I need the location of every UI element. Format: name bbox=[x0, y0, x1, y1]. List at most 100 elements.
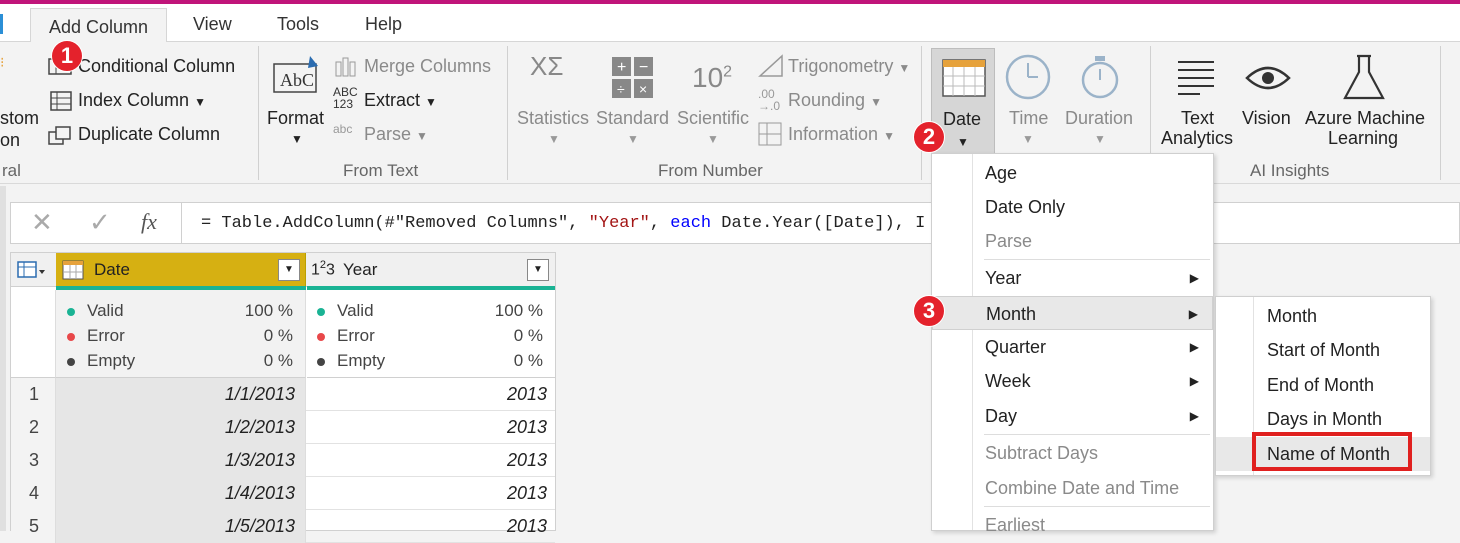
filter-dropdown-icon[interactable]: ▼ bbox=[527, 259, 549, 281]
date-cell[interactable]: 1/4/2013 bbox=[56, 477, 306, 510]
merge-columns-button[interactable]: Merge Columns bbox=[364, 56, 491, 77]
time-button[interactable]: Time bbox=[1009, 108, 1048, 129]
row-number: 3 bbox=[11, 444, 56, 477]
menu-item-age[interactable]: Age bbox=[932, 156, 1213, 190]
from-number-group-label: From Number bbox=[658, 161, 763, 180]
text-analytics-button-line1[interactable]: Text bbox=[1181, 108, 1214, 129]
information-label: Information bbox=[788, 124, 879, 144]
year-cell[interactable]: 2013 bbox=[307, 477, 555, 510]
year-cell[interactable]: 2013 bbox=[307, 411, 555, 444]
formula-text: , bbox=[649, 214, 671, 233]
group-divider bbox=[507, 46, 508, 180]
information-icon bbox=[758, 122, 784, 151]
vision-button[interactable]: Vision bbox=[1242, 108, 1291, 129]
duplicate-column-button[interactable]: Duplicate Column bbox=[78, 124, 220, 145]
year-cell[interactable]: 2013 bbox=[307, 444, 555, 477]
custom-column-label[interactable]: stom bbox=[0, 108, 39, 129]
menu-separator bbox=[984, 434, 1210, 435]
table-row[interactable]: 3 1/3/2013 2013 bbox=[11, 444, 555, 477]
text-analytics-button-line2[interactable]: Analytics bbox=[1161, 128, 1233, 149]
format-button[interactable]: Format bbox=[267, 108, 324, 129]
svg-text:−: − bbox=[639, 59, 648, 76]
date-column-header[interactable]: Date ▼ bbox=[56, 253, 306, 287]
quality-row-gutter bbox=[11, 290, 56, 378]
chevron-down-icon[interactable]: ▼ bbox=[548, 132, 560, 146]
custom-column-label-2[interactable]: on bbox=[0, 130, 20, 151]
chevron-down-icon[interactable]: ▼ bbox=[627, 132, 639, 146]
chevron-down-icon[interactable]: ▼ bbox=[707, 132, 719, 146]
year-column-header[interactable]: 123 Year ▼ bbox=[307, 253, 555, 287]
index-column-button[interactable]: Index Column ▼ bbox=[78, 90, 206, 111]
date-cell[interactable]: 1/2/2013 bbox=[56, 411, 306, 444]
extract-button[interactable]: Extract ▼ bbox=[364, 90, 437, 111]
conditional-column-button[interactable]: Conditional Column bbox=[78, 56, 235, 77]
menu-item-year[interactable]: Year ▶ bbox=[932, 261, 1213, 295]
cancel-icon[interactable]: ✕ bbox=[31, 207, 53, 238]
menu-item-month[interactable]: Month ▶ bbox=[932, 296, 1213, 330]
chevron-down-icon[interactable]: ▼ bbox=[291, 132, 303, 146]
year-cell[interactable]: 2013 bbox=[307, 378, 555, 411]
menu-item-subtract-days[interactable]: Subtract Days bbox=[932, 436, 1213, 470]
table-row[interactable]: 1 1/1/2013 2013 bbox=[11, 378, 555, 411]
empty-dot bbox=[317, 358, 325, 366]
scientific-icon: 102 bbox=[692, 62, 733, 93]
year-cell[interactable]: 2013 bbox=[307, 510, 555, 543]
group-divider bbox=[1440, 46, 1441, 180]
submenu-item-start-of-month[interactable]: Start of Month bbox=[1216, 333, 1430, 367]
chevron-down-icon: ▼ bbox=[898, 61, 911, 75]
tab-help[interactable]: Help bbox=[365, 10, 402, 42]
chevron-down-icon: ▼ bbox=[194, 95, 206, 109]
date-cell[interactable]: 1/3/2013 bbox=[56, 444, 306, 477]
chevron-right-icon: ▶ bbox=[1188, 307, 1198, 321]
standard-button[interactable]: Standard bbox=[596, 108, 669, 129]
duplicate-column-icon bbox=[48, 124, 74, 146]
quality-label: Empty bbox=[337, 351, 386, 370]
step-badge-1: 1 bbox=[51, 40, 83, 72]
filter-dropdown-icon[interactable]: ▼ bbox=[278, 259, 300, 281]
check-icon[interactable]: ✓ bbox=[89, 207, 111, 238]
svg-text:×: × bbox=[639, 81, 647, 97]
tab-tools[interactable]: Tools bbox=[277, 10, 319, 42]
chevron-down-icon[interactable]: ▼ bbox=[1022, 132, 1034, 146]
duration-button[interactable]: Duration bbox=[1065, 108, 1133, 129]
table-row[interactable]: 2 1/2/2013 2013 bbox=[11, 411, 555, 444]
quality-value: 100 % bbox=[494, 301, 543, 320]
chevron-down-icon[interactable]: ▼ bbox=[1094, 132, 1106, 146]
table-row[interactable]: 5 1/5/2013 2013 bbox=[11, 510, 555, 543]
rounding-button[interactable]: Rounding ▼ bbox=[788, 90, 882, 111]
trigonometry-button[interactable]: Trigonometry ▼ bbox=[788, 56, 910, 77]
menu-item-parse[interactable]: Parse bbox=[932, 224, 1213, 258]
information-button[interactable]: Information ▼ bbox=[788, 124, 895, 145]
formula-text: Date.Year([Date]), I bbox=[711, 214, 926, 233]
menu-item-earliest[interactable]: Earliest bbox=[932, 508, 1213, 542]
quality-value: 0 % bbox=[513, 351, 543, 370]
error-dot bbox=[67, 333, 75, 341]
table-row[interactable]: 4 1/4/2013 2013 bbox=[11, 477, 555, 510]
menu-item-label: Week bbox=[985, 371, 1031, 391]
quality-label: Valid bbox=[337, 301, 374, 320]
menu-item-label: Year bbox=[985, 268, 1022, 288]
azure-ml-button-line1[interactable]: Azure Machine bbox=[1305, 108, 1425, 129]
submenu-item-end-of-month[interactable]: End of Month bbox=[1216, 368, 1430, 402]
row-number: 5 bbox=[11, 510, 56, 543]
table-menu-icon[interactable] bbox=[17, 260, 47, 285]
azure-ml-button-line2[interactable]: Learning bbox=[1328, 128, 1398, 149]
text-analytics-icon bbox=[1176, 58, 1216, 101]
parse-button[interactable]: Parse ▼ bbox=[364, 124, 428, 145]
statistics-icon: XΣ bbox=[530, 51, 564, 81]
date-cell[interactable]: 1/1/2013 bbox=[56, 378, 306, 411]
chevron-down-icon: ▼ bbox=[870, 95, 882, 109]
menu-item-day[interactable]: Day ▶ bbox=[932, 399, 1213, 433]
statistics-button[interactable]: Statistics bbox=[517, 108, 589, 129]
tab-view[interactable]: View bbox=[193, 10, 232, 42]
menu-item-week[interactable]: Week ▶ bbox=[932, 364, 1213, 398]
submenu-item-days-in-month[interactable]: Days in Month bbox=[1216, 402, 1430, 436]
date-cell[interactable]: 1/5/2013 bbox=[56, 510, 306, 543]
menu-item-combine-date-time[interactable]: Combine Date and Time bbox=[932, 471, 1213, 505]
submenu-item-month[interactable]: Month bbox=[1216, 299, 1430, 333]
scientific-button[interactable]: Scientific bbox=[677, 108, 749, 129]
formula-input[interactable]: = Table.AddColumn(#"Removed Columns", "Y… bbox=[201, 214, 925, 233]
menu-item-quarter[interactable]: Quarter ▶ bbox=[932, 330, 1213, 364]
menu-item-date-only[interactable]: Date Only bbox=[932, 190, 1213, 224]
fx-icon[interactable]: fx bbox=[141, 209, 157, 235]
